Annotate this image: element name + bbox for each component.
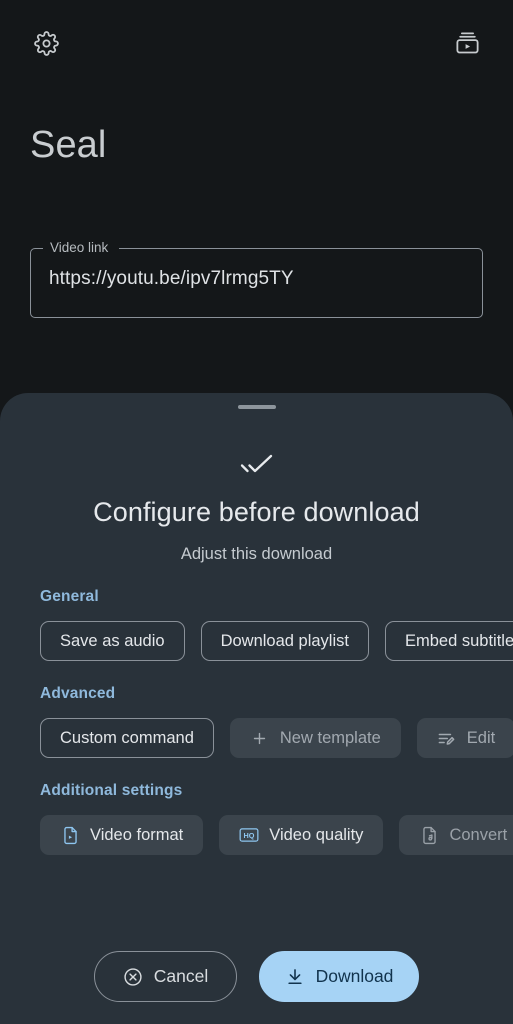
chip-label: Custom command bbox=[60, 728, 194, 747]
page-title: Seal bbox=[30, 124, 107, 166]
hq-icon: HQ bbox=[239, 825, 259, 845]
edit-note-icon bbox=[437, 728, 457, 748]
section-title-advanced: Advanced bbox=[40, 685, 116, 702]
chip-save-as-audio[interactable]: Save as audio bbox=[40, 621, 185, 661]
download-button[interactable]: Download bbox=[259, 951, 419, 1002]
cancel-button[interactable]: Cancel bbox=[94, 951, 237, 1002]
chip-label: Embed subtitles bbox=[404, 631, 513, 650]
sheet-action-bar: Cancel Download bbox=[0, 951, 513, 1002]
audio-file-icon bbox=[419, 825, 439, 845]
chip-row-general[interactable]: Save as audio Download playlist Embed su… bbox=[0, 621, 513, 661]
chip-row-additional-settings[interactable]: Video format HQ Video quality Convert bbox=[0, 815, 513, 855]
settings-button[interactable] bbox=[26, 23, 66, 63]
cancel-button-label: Cancel bbox=[153, 965, 209, 986]
download-icon bbox=[285, 967, 305, 987]
download-button-label: Download bbox=[315, 965, 394, 986]
plus-icon bbox=[250, 728, 270, 748]
chip-new-template[interactable]: New template bbox=[229, 718, 401, 758]
chip-embed-subtitles[interactable]: Embed subtitles bbox=[384, 621, 513, 661]
chip-label: Convert bbox=[449, 825, 508, 844]
chip-edit-template[interactable]: Edit bbox=[416, 718, 513, 758]
configure-bottom-sheet: Configure before download Adjust this do… bbox=[0, 393, 513, 1024]
done-all-icon bbox=[240, 451, 274, 477]
chip-label: Download playlist bbox=[220, 631, 349, 650]
chip-label: Save as audio bbox=[60, 631, 165, 650]
chip-custom-command[interactable]: Custom command bbox=[40, 718, 214, 758]
chip-download-playlist[interactable]: Download playlist bbox=[200, 621, 369, 661]
gear-icon bbox=[33, 30, 59, 56]
chip-label: Video quality bbox=[269, 825, 364, 844]
cancel-circle-icon bbox=[123, 967, 143, 987]
sheet-subtitle: Adjust this download bbox=[180, 545, 333, 563]
chip-convert[interactable]: Convert bbox=[399, 815, 513, 855]
sheet-title: Configure before download bbox=[93, 497, 420, 527]
section-additional-settings: Additional settings Video format HQ Vide… bbox=[0, 782, 513, 855]
chip-video-format[interactable]: Video format bbox=[40, 815, 204, 855]
video-library-icon bbox=[454, 30, 481, 57]
video-file-icon bbox=[60, 825, 80, 845]
video-link-field-label: Video link bbox=[50, 240, 109, 255]
section-title-additional-settings: Additional settings bbox=[40, 782, 183, 799]
downloads-library-button[interactable] bbox=[447, 23, 487, 63]
sheet-drag-handle[interactable] bbox=[237, 405, 276, 409]
chip-label: New template bbox=[279, 728, 381, 747]
section-advanced: Advanced Custom command New template Edi… bbox=[0, 685, 513, 758]
chip-video-quality[interactable]: HQ Video quality bbox=[219, 815, 384, 855]
section-general: General Save as audio Download playlist … bbox=[0, 588, 513, 661]
section-title-general: General bbox=[40, 588, 99, 605]
chip-label: Video format bbox=[90, 825, 184, 844]
app-top-area: Seal Video link https://youtu.be/ipv7lrm… bbox=[0, 0, 513, 400]
top-app-bar bbox=[0, 22, 513, 64]
chip-label: Edit bbox=[466, 728, 496, 747]
video-link-input[interactable]: https://youtu.be/ipv7lrmg5TY bbox=[49, 268, 294, 290]
svg-text:HQ: HQ bbox=[244, 831, 255, 840]
chip-row-advanced[interactable]: Custom command New template Edit bbox=[0, 718, 513, 758]
video-link-field[interactable]: Video link https://youtu.be/ipv7lrmg5TY bbox=[30, 240, 483, 318]
